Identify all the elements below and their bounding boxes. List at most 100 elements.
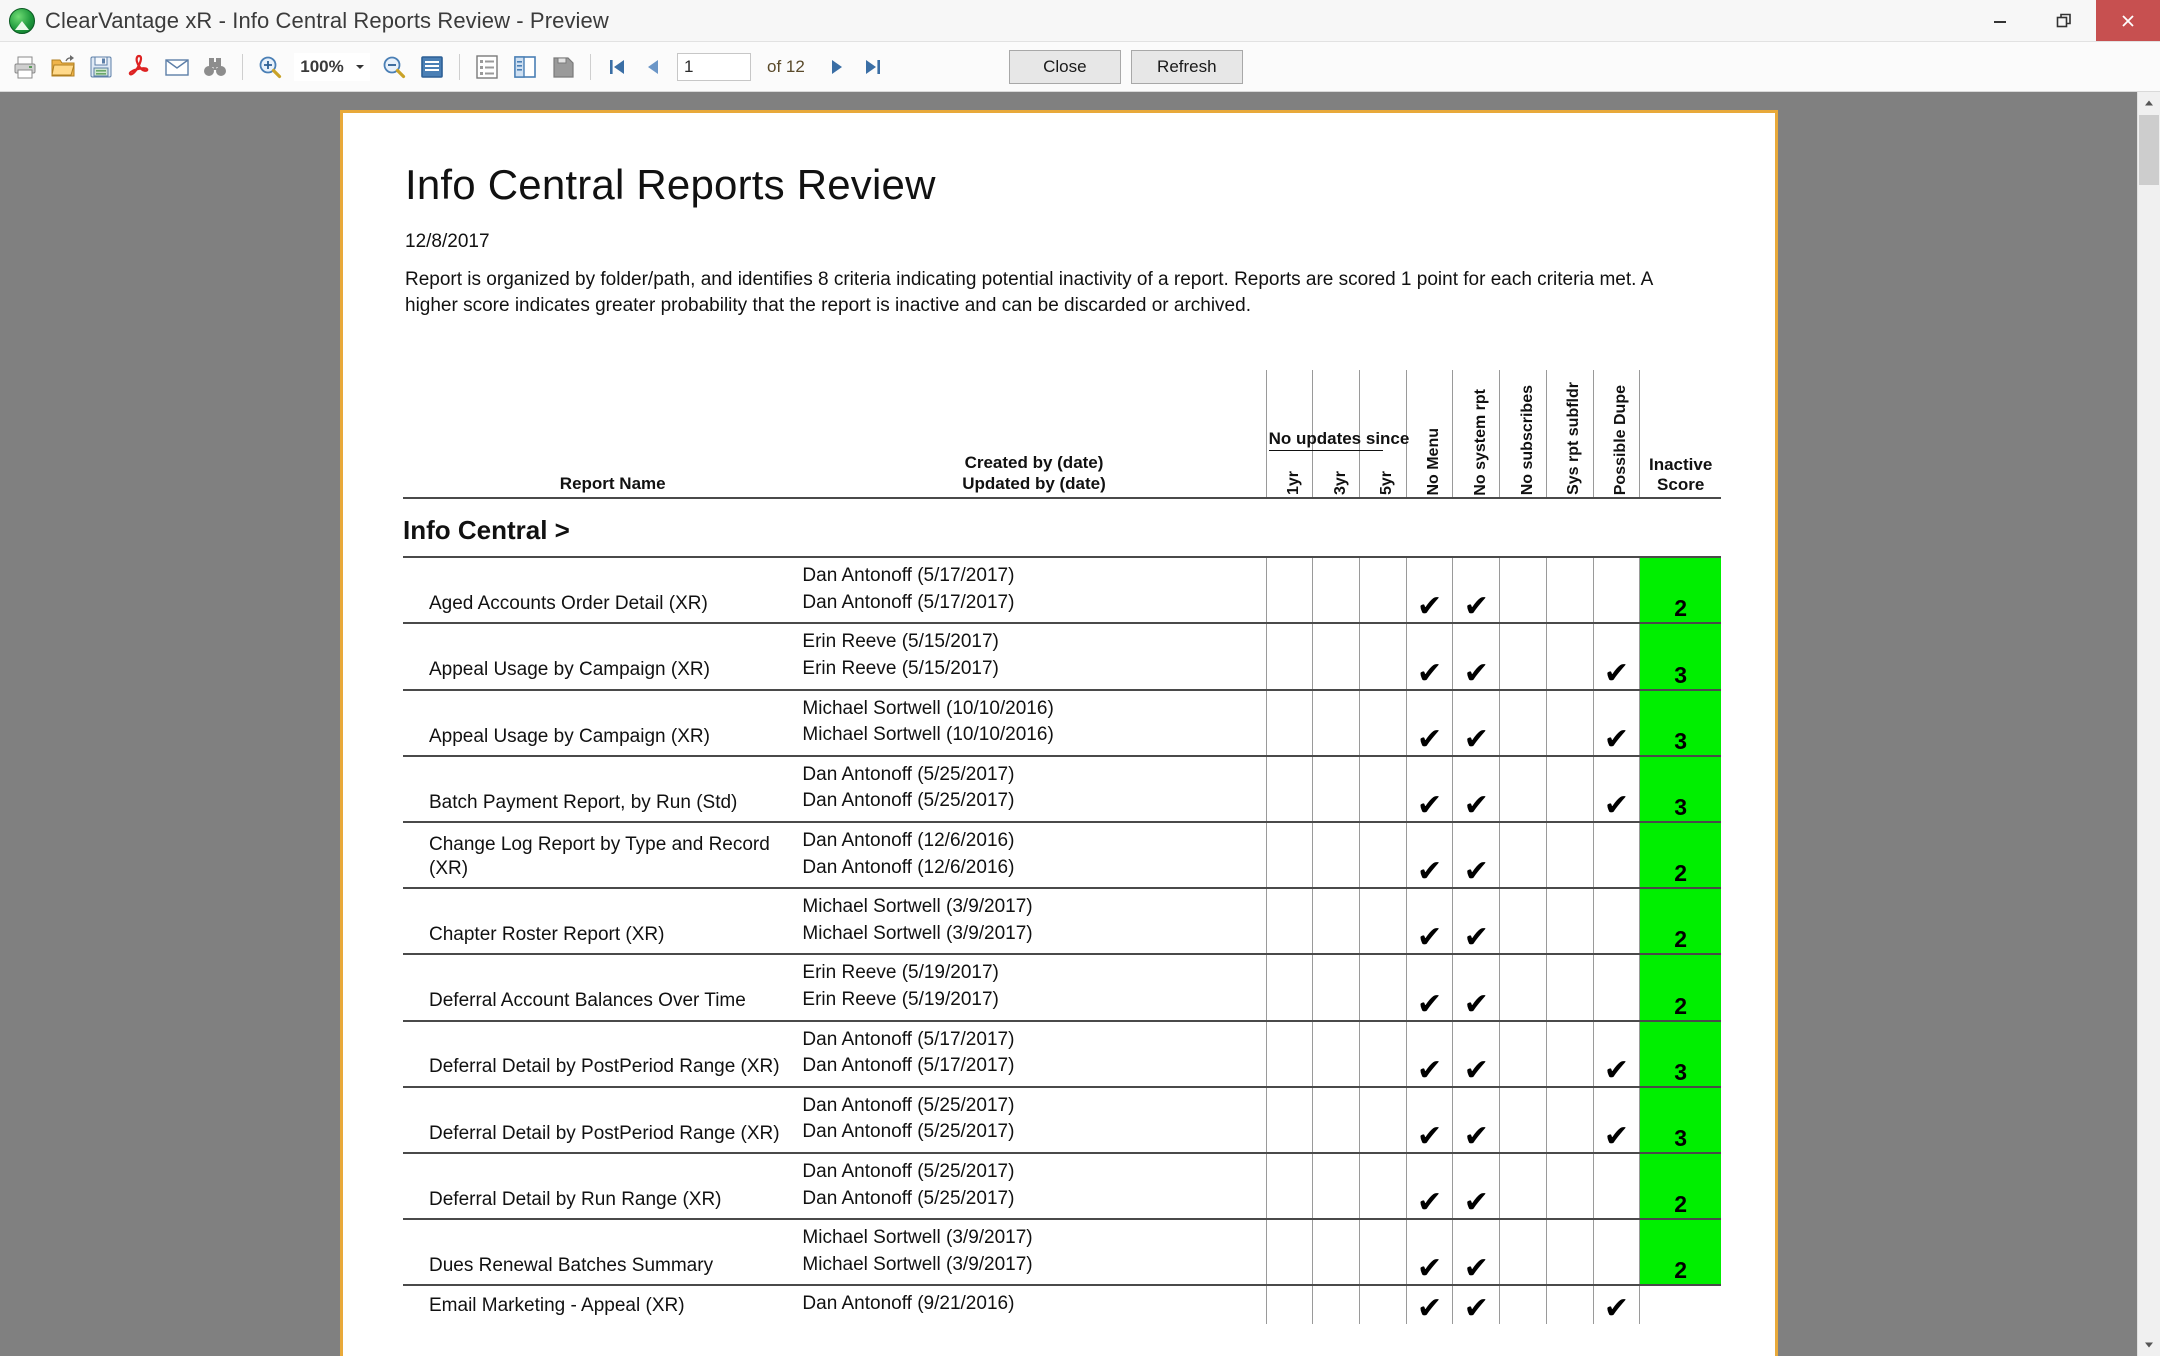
cell-criteria-1yr [1265, 754, 1313, 823]
close-button[interactable] [2096, 0, 2160, 41]
thumbnail-list-icon[interactable] [468, 48, 506, 86]
page-number-input[interactable] [677, 52, 751, 81]
table-row[interactable]: Deferral Detail by PostPeriod Range (XR)… [403, 1085, 1721, 1153]
scrollbar-thumb[interactable] [2139, 115, 2159, 185]
email-icon[interactable] [158, 48, 196, 86]
cell-updated-by: Michael Sortwell (3/9/2017) [802, 922, 1033, 944]
cell-updated-by: Dan Antonoff (5/25/2017) [802, 1187, 1015, 1209]
zoom-level-combobox[interactable]: 100% [293, 51, 371, 82]
cell-criteria-3yr [1312, 953, 1360, 1021]
column-header-created-updated: Created by (date) Updated by (date) [796, 370, 1267, 500]
cell-criteria-5yr [1359, 1218, 1407, 1286]
cell-updated-by: Dan Antonoff (12/6/2016) [802, 856, 1015, 878]
table-header: Report Name Created by (date) Updated by… [403, 370, 1721, 500]
cell-criteria-no-subscribes [1499, 887, 1547, 955]
checkmark-icon: ✔ [1463, 655, 1489, 691]
cell-created-updated: Michael Sortwell (3/9/2017) Michael Sortw… [796, 887, 1267, 955]
checkmark-icon: ✔ [1463, 1290, 1489, 1326]
column-header-inactive-score-line2: Score [1657, 474, 1705, 494]
table-row[interactable]: Email Marketing - Appeal (XR) Dan Antonof… [403, 1284, 1721, 1326]
column-header-sys-rpt-subfldr-label: Sys rpt subfldr [1565, 382, 1583, 496]
cell-inactive-score: 3 [1639, 1019, 1721, 1087]
cell-criteria-sys-rpt-subfldr [1545, 622, 1594, 690]
page-width-icon[interactable] [413, 48, 451, 86]
table-row[interactable]: Deferral Detail by PostPeriod Range (XR)… [403, 1019, 1721, 1087]
split-pane-icon[interactable] [506, 48, 544, 86]
column-header-no-subscribes: No subscribes [1499, 370, 1547, 500]
column-header-no-system-rpt: No system rpt [1452, 370, 1500, 500]
find-binoculars-icon[interactable] [196, 48, 234, 86]
cell-inactive-score: 2 [1639, 556, 1721, 624]
previous-page-icon[interactable] [635, 50, 671, 84]
scroll-down-arrow-icon[interactable] [2138, 1334, 2160, 1356]
cell-criteria-possible-dupe: ✔ [1592, 1019, 1640, 1087]
next-page-icon[interactable] [819, 50, 855, 84]
refresh-button[interactable]: Refresh [1130, 49, 1243, 84]
restore-button[interactable] [2032, 0, 2096, 41]
vertical-scrollbar[interactable] [2137, 92, 2160, 1356]
report-preview-viewport[interactable]: Info Central Reports Review 12/8/2017 Re… [0, 92, 2137, 1356]
cell-created-updated: Dan Antonoff (5/17/2017) Dan Antonoff (5/… [796, 556, 1267, 624]
report-page: Info Central Reports Review 12/8/2017 Re… [340, 110, 1778, 1356]
column-header-no-system-rpt-label: No system rpt [1471, 388, 1489, 496]
cell-criteria-sys-rpt-subfldr [1545, 1284, 1594, 1324]
column-header-5yr: 5yr [1359, 370, 1407, 500]
cell-criteria-1yr [1265, 1218, 1313, 1286]
folder-group-row: Info Central > [403, 498, 1721, 557]
cell-criteria-5yr [1359, 953, 1407, 1021]
table-row[interactable]: Change Log Report by Type and Record (XR… [403, 821, 1721, 890]
cell-criteria-no-subscribes [1499, 556, 1547, 624]
table-row[interactable]: Deferral Account Balances Over Time Erin … [403, 953, 1721, 1022]
checkmark-icon: ✔ [1463, 920, 1489, 956]
first-page-icon[interactable] [599, 50, 635, 84]
cell-created-updated: Michael Sortwell (10/10/2016) Michael Sor… [796, 688, 1267, 756]
checkmark-icon: ✔ [1463, 986, 1489, 1022]
checkmark-icon: ✔ [1417, 854, 1443, 890]
scroll-up-arrow-icon[interactable] [2138, 92, 2160, 114]
cell-criteria-no-subscribes [1499, 754, 1547, 823]
checkmark-icon: ✔ [1417, 986, 1443, 1022]
table-row[interactable]: Batch Payment Report, by Run (Std) Dan An… [403, 754, 1721, 824]
checkmark-icon: ✔ [1417, 788, 1443, 824]
cell-criteria-sys-rpt-subfldr [1545, 754, 1594, 823]
save-icon[interactable] [82, 48, 120, 86]
page-setup-icon[interactable] [544, 48, 582, 86]
cell-criteria-no-menu: ✔ [1405, 622, 1453, 690]
table-row[interactable]: Appeal Usage by Campaign (XR) Michael Sor… [403, 688, 1721, 757]
minimize-button[interactable] [1968, 0, 2032, 41]
cell-criteria-possible-dupe [1592, 1151, 1640, 1220]
zoom-in-icon[interactable] [251, 48, 289, 86]
checkmark-icon: ✔ [1417, 1290, 1443, 1326]
table-row[interactable]: Aged Accounts Order Detail (XR) Dan Anton… [403, 556, 1721, 624]
checkmark-icon: ✔ [1603, 721, 1630, 757]
last-page-icon[interactable] [855, 50, 891, 84]
column-header-1yr: No updates since 1yr [1265, 370, 1409, 500]
table-row[interactable]: Appeal Usage by Campaign (XR) Erin Reeve … [403, 622, 1721, 691]
cell-criteria-no-menu: ✔ [1405, 1218, 1453, 1286]
cell-criteria-5yr [1359, 622, 1407, 690]
cell-criteria-sys-rpt-subfldr [1545, 1019, 1594, 1087]
cell-updated-by: Dan Antonoff (5/25/2017) [802, 1121, 1015, 1143]
cell-created-updated: Dan Antonoff (5/17/2017) Dan Antonoff (5/… [796, 1019, 1267, 1087]
window-controls [1968, 0, 2160, 41]
chevron-down-icon[interactable] [350, 53, 370, 81]
window-title-bar: ClearVantage xR - Info Central Reports R… [0, 0, 2160, 42]
table-row[interactable]: Chapter Roster Report (XR) Michael Sortwe… [403, 887, 1721, 956]
print-icon[interactable] [6, 48, 44, 86]
table-row[interactable]: Deferral Detail by Run Range (XR) Dan Ant… [403, 1151, 1721, 1220]
column-header-updated-by: Updated by (date) [962, 474, 1106, 494]
cell-criteria-no-menu: ✔ [1405, 821, 1453, 890]
open-folder-icon[interactable] [44, 48, 82, 86]
table-row[interactable]: Dues Renewal Batches Summary Michael Sort… [403, 1218, 1721, 1286]
cell-created-by: Dan Antonoff (5/25/2017) [802, 1094, 1015, 1116]
column-header-report-name: Report Name [403, 370, 797, 500]
zoom-out-icon[interactable] [375, 48, 413, 86]
cell-inactive-score [1639, 1284, 1721, 1324]
cell-report-name: Deferral Account Balances Over Time [403, 953, 797, 1021]
cell-report-name: Chapter Roster Report (XR) [403, 887, 797, 955]
cell-criteria-possible-dupe [1592, 953, 1640, 1021]
page-count-label: of 12 [767, 56, 805, 76]
close-report-button[interactable]: Close [1008, 49, 1121, 84]
report-description: Report is organized by folder/path, and … [405, 269, 1653, 316]
export-pdf-icon[interactable] [120, 48, 158, 86]
